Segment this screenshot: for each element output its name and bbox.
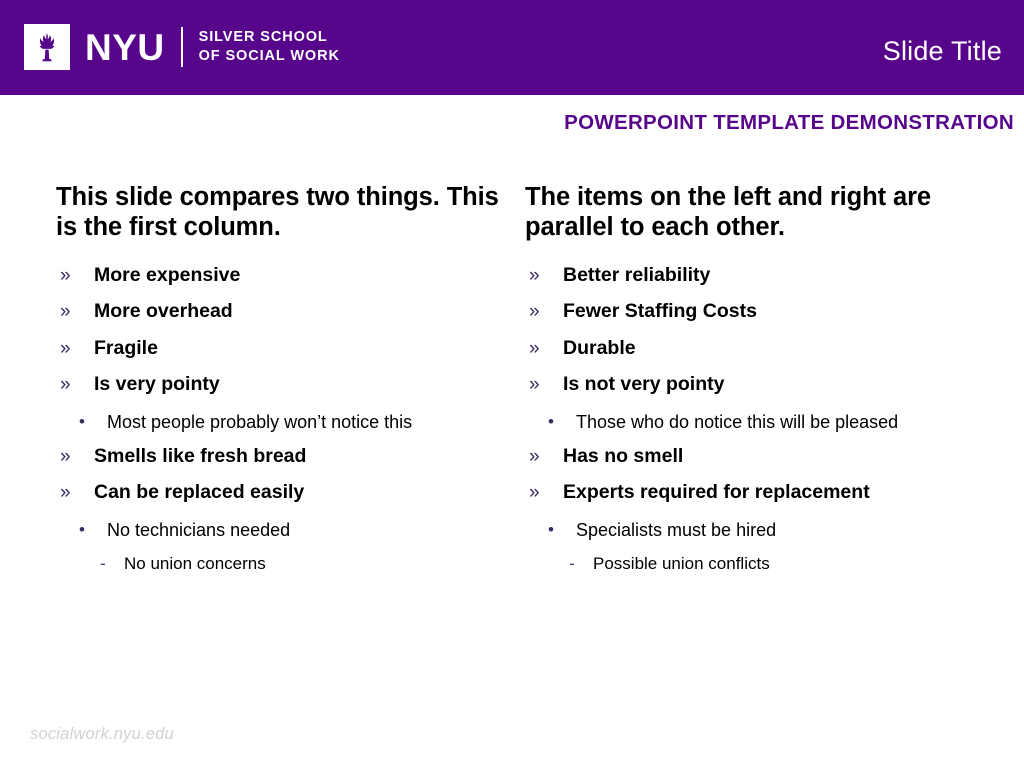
guillemet-bullet-icon: » [60, 337, 71, 359]
guillemet-bullet-icon: » [529, 445, 540, 467]
list-item: - Possible union conflicts [525, 552, 1014, 576]
guillemet-bullet-icon: » [529, 264, 540, 286]
list-item-label: Has no smell [563, 444, 684, 467]
list-item-label: Durable [563, 336, 636, 359]
torch-icon [32, 30, 62, 64]
list-item-label: Is very pointy [94, 373, 220, 396]
left-column-bullet-list: » More expensive » More overhead » Fragi… [56, 263, 513, 576]
list-item: » More overhead [56, 299, 513, 324]
dot-bullet-icon: • [79, 411, 85, 431]
list-item: » Better reliability [525, 263, 1014, 288]
footer-url: socialwork.nyu.edu [30, 725, 174, 743]
slide-header-bar: NYU SILVER SCHOOL OF SOCIAL WORK Slide T… [0, 0, 1024, 95]
list-item-label: Is not very pointy [563, 373, 725, 396]
list-item: » Has no smell [525, 444, 1014, 469]
list-item-label: Fewer Staffing Costs [563, 300, 757, 323]
guillemet-bullet-icon: » [529, 374, 540, 396]
school-name: SILVER SCHOOL OF SOCIAL WORK [199, 28, 340, 65]
guillemet-bullet-icon: » [60, 482, 71, 504]
list-item-label: Specialists must be hired [576, 519, 777, 540]
list-item: • Most people probably won’t notice this [56, 409, 513, 435]
dot-bullet-icon: • [79, 519, 85, 539]
dot-bullet-icon: • [548, 519, 554, 539]
list-item: » Fewer Staffing Costs [525, 299, 1014, 324]
list-item: » Experts required for replacement [525, 480, 1014, 505]
right-column-bullet-list: » Better reliability » Fewer Staffing Co… [525, 263, 1014, 576]
list-item-label: Experts required for replacement [563, 481, 870, 504]
list-item-label: Smells like fresh bread [94, 444, 307, 467]
left-column-heading: This slide compares two things. This is … [56, 183, 499, 242]
list-item-label: No technicians needed [107, 519, 291, 540]
list-item: • Those who do notice this will be pleas… [525, 409, 1014, 435]
list-item-label: Fragile [94, 336, 158, 359]
nyu-logo-lockup: NYU SILVER SCHOOL OF SOCIAL WORK [24, 24, 340, 70]
list-item-label: No union concerns [124, 553, 266, 573]
list-item: » Smells like fresh bread [56, 444, 513, 469]
guillemet-bullet-icon: » [60, 264, 71, 286]
guillemet-bullet-icon: » [60, 374, 71, 396]
list-item: » More expensive [56, 263, 513, 288]
right-column-heading: The items on the left and right are para… [525, 183, 931, 242]
list-item-label: More expensive [94, 263, 241, 286]
guillemet-bullet-icon: » [529, 301, 540, 323]
list-item-label: Better reliability [563, 263, 711, 286]
guillemet-bullet-icon: » [529, 482, 540, 504]
nyu-torch-logo-tile [24, 24, 70, 70]
guillemet-bullet-icon: » [60, 301, 71, 323]
list-item: • Specialists must be hired [525, 517, 1014, 543]
left-column: This slide compares two things. This is … [0, 182, 525, 584]
right-column: The items on the left and right are para… [525, 182, 1024, 584]
list-item-label: Most people probably won’t notice this [107, 411, 413, 432]
list-item: - No union concerns [56, 552, 513, 576]
guillemet-bullet-icon: » [60, 445, 71, 467]
list-item-label: Possible union conflicts [593, 553, 770, 573]
logo-divider [180, 27, 183, 67]
school-name-line2: OF SOCIAL WORK [198, 48, 340, 64]
list-item: » Fragile [56, 336, 513, 361]
nyu-wordmark: NYU [85, 26, 165, 68]
slide-subtitle: POWERPOINT TEMPLATE DEMONSTRATION [564, 111, 1014, 134]
list-item-label: Can be replaced easily [94, 481, 305, 504]
slide-title: Slide Title [882, 36, 1002, 66]
dot-bullet-icon: • [548, 411, 554, 431]
list-item-label: Those who do notice this will be pleased [576, 411, 899, 432]
guillemet-bullet-icon: » [529, 337, 540, 359]
list-item: » Can be replaced easily [56, 480, 513, 505]
list-item-label: More overhead [94, 300, 233, 323]
school-name-line1: SILVER SCHOOL [198, 29, 328, 46]
dash-bullet-icon: - [100, 553, 106, 573]
comparison-columns: This slide compares two things. This is … [0, 182, 1024, 584]
list-item: » Is not very pointy [525, 372, 1014, 397]
list-item: » Durable [525, 336, 1014, 361]
list-item: • No technicians needed [56, 517, 513, 543]
dash-bullet-icon: - [569, 553, 575, 573]
list-item: » Is very pointy [56, 372, 513, 397]
